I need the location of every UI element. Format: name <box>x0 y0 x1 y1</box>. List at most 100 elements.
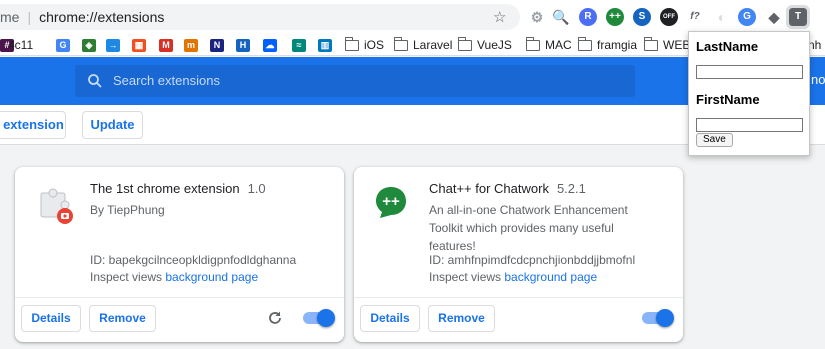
details-button[interactable]: Details <box>21 305 81 332</box>
extension-card: ++ Chat++ for Chatwork 5.2.1 An all-in-on… <box>354 167 683 342</box>
off-ext-icon[interactable]: OFF <box>660 8 678 26</box>
bookmark-item[interactable]: H <box>236 37 250 53</box>
bookmark-folder[interactable]: VueJS <box>457 36 512 53</box>
firstname-field[interactable] <box>696 118 803 132</box>
update-button[interactable]: Update <box>82 111 143 139</box>
toggle-knob <box>656 309 674 327</box>
bookmark-folder[interactable]: WEB <box>643 36 691 53</box>
bookmark-favicon-icon: ◈ <box>82 38 96 52</box>
bookmark-item[interactable]: M <box>159 37 173 53</box>
lastname-field[interactable] <box>696 65 803 79</box>
puzzle-icon <box>40 188 73 224</box>
search-bar[interactable]: Search extensions <box>75 65 635 97</box>
bookmark-favicon-icon: → <box>106 38 120 52</box>
bookmark-favicon-icon: N <box>210 38 224 52</box>
extension-version: 1.0 <box>247 181 266 196</box>
t-ext-icon[interactable]: T <box>786 5 810 29</box>
developer-mode-label[interactable]: nod <box>811 72 825 87</box>
gear-ext-icon[interactable]: ⚙ <box>528 8 546 26</box>
bookmark-item[interactable]: ▥ <box>318 37 332 53</box>
bookmark-folder[interactable]: MAC <box>525 36 572 53</box>
bookmark-item[interactable]: ≈ <box>292 37 306 53</box>
extension-name: The 1st chrome extension 1.0 <box>90 181 266 196</box>
bookmark-item[interactable]: ▦ <box>132 37 146 53</box>
remove-button[interactable]: Remove <box>428 305 495 332</box>
bookmark-folder[interactable]: framgia <box>577 36 638 53</box>
folder-icon <box>643 36 658 51</box>
extension-description: An all-in-one Chatwork Enhancement Toolk… <box>429 203 628 253</box>
extension-name-text: The 1st chrome extension <box>90 181 240 196</box>
bookmark-label: WEB <box>663 38 691 52</box>
bookmark-favicon-icon: ▦ <box>132 38 146 52</box>
bookmark-label: framgia <box>597 38 638 52</box>
bookmark-favicon-icon: ☁ <box>263 38 277 52</box>
extension-version: 5.2.1 <box>556 181 586 196</box>
extension-card: The 1st chrome extension 1.0 By TiepPhung… <box>15 167 344 342</box>
reload-icon[interactable] <box>267 310 283 326</box>
load-unpacked-button[interactable]: k extension <box>0 111 66 139</box>
bookmark-item[interactable]: → <box>106 37 120 53</box>
extension-id: ID: bapekgcilnceopkldigpnfodldghanna <box>90 253 297 267</box>
bookmark-label: MAC <box>545 38 572 52</box>
extension-name-text: Chat++ for Chatwork <box>429 181 549 196</box>
bookmark-favicon-icon: ≈ <box>292 38 306 52</box>
lastname-label: LastName <box>696 39 759 54</box>
bookmark-favicon-icon: M <box>159 38 173 52</box>
chatwork-ext-icon[interactable]: ++ <box>606 8 624 26</box>
bookmark-label: 4c11 <box>8 38 34 52</box>
function-ext-icon[interactable]: f? <box>686 8 704 26</box>
save-button[interactable]: Save <box>696 133 733 147</box>
bookmark-item[interactable]: 4c11 <box>8 37 33 53</box>
address-bar-row: me | chrome://extensions ☆ ⚙ 🔍 R ++ S OFF f? ◐ G ◆ T <box>0 0 825 34</box>
inspect-views-label: Inspect views <box>90 270 163 284</box>
s-ext-icon[interactable]: S <box>633 8 651 26</box>
folder-icon <box>577 36 592 51</box>
feather-ext-icon[interactable]: ◐ <box>713 8 731 26</box>
bookmark-label: Laravel <box>413 38 453 52</box>
inspect-views: Inspect views background page <box>90 270 258 284</box>
bookmark-overflow-text[interactable]: nh <box>808 37 821 53</box>
remove-button[interactable]: Remove <box>89 305 156 332</box>
folder-icon <box>393 36 408 51</box>
bookmark-item[interactable]: ◈ <box>82 37 96 53</box>
layers-ext-icon[interactable]: ◆ <box>765 8 783 26</box>
bookmark-favicon-icon: H <box>236 38 250 52</box>
bookmark-item[interactable]: m <box>184 37 198 53</box>
bookmark-item[interactable]: G <box>56 37 70 53</box>
card-divider <box>354 297 683 298</box>
folder-icon <box>457 36 472 51</box>
bookmark-favicon-icon: G <box>56 38 70 52</box>
bookmark-label: iOS <box>364 38 385 52</box>
bookmark-star-icon[interactable]: ☆ <box>493 8 506 26</box>
svg-text:++: ++ <box>382 193 400 210</box>
bookmark-folder[interactable]: Laravel <box>393 36 453 53</box>
background-page-link[interactable]: background page <box>165 270 258 284</box>
search-input[interactable]: Search extensions <box>113 65 220 97</box>
enable-toggle[interactable] <box>303 309 335 327</box>
omnibox-prefix: me <box>0 9 20 25</box>
omnibox-separator: | <box>27 9 32 25</box>
details-button[interactable]: Details <box>360 305 420 332</box>
card-divider <box>15 297 344 298</box>
bookmark-favicon-icon: ▥ <box>318 38 332 52</box>
search-icon <box>88 74 102 88</box>
inspect-views: Inspect views background page <box>429 270 597 284</box>
chatwork-icon: ++ <box>376 187 406 218</box>
bookmark-favicon-icon: m <box>184 38 198 52</box>
omnibox[interactable]: me | chrome://extensions <box>0 4 520 30</box>
inspect-views-label: Inspect views <box>429 270 502 284</box>
extension-description: By TiepPhung <box>90 203 165 217</box>
folder-icon <box>344 36 359 51</box>
magnifier-ext-icon[interactable]: 🔍 <box>552 8 570 26</box>
omnibox-url: chrome://extensions <box>39 9 165 25</box>
bookmark-folder[interactable]: iOS <box>344 36 385 53</box>
r-ext-icon[interactable]: R <box>579 8 597 26</box>
translate-ext-icon[interactable]: G <box>738 8 756 26</box>
extension-name: Chat++ for Chatwork 5.2.1 <box>429 181 586 196</box>
bookmark-item[interactable]: N <box>210 37 224 53</box>
extension-popup: LastName FirstName Save <box>688 31 810 156</box>
extension-id: ID: amhfnpimdfcdcpnchjionbddjjbmofnl <box>429 253 636 267</box>
bookmark-item[interactable]: ☁ <box>263 37 277 53</box>
enable-toggle[interactable] <box>642 309 674 327</box>
background-page-link[interactable]: background page <box>504 270 597 284</box>
